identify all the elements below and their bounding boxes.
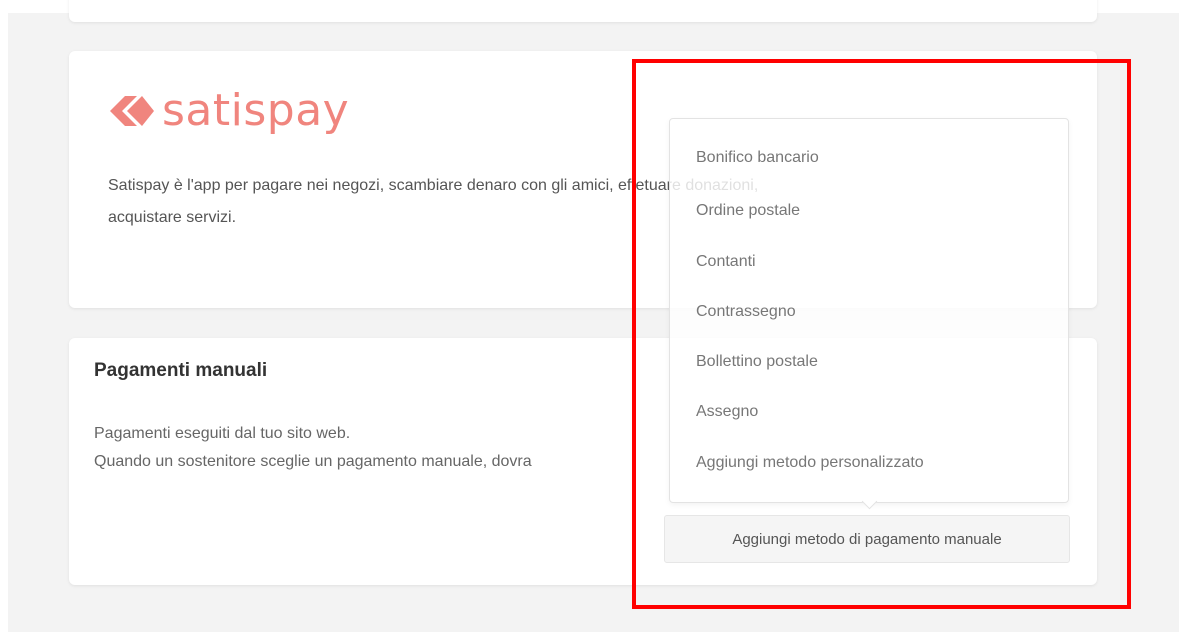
highlight-annotation-box xyxy=(632,59,1131,609)
satispay-logo: satispay xyxy=(108,86,349,136)
manual-description-line: Quando un sostenitore sceglie un pagamen… xyxy=(94,453,532,470)
manual-payments-description: Pagamenti eseguiti dal tuo sito web. Qua… xyxy=(94,420,714,476)
satispay-logo-icon xyxy=(110,96,154,126)
manual-payments-title: Pagamenti manuali xyxy=(94,360,268,381)
previous-card xyxy=(69,0,1097,22)
manual-description-line: Pagamenti eseguiti dal tuo sito web. xyxy=(94,425,351,442)
satispay-logo-text: satispay xyxy=(162,85,350,136)
